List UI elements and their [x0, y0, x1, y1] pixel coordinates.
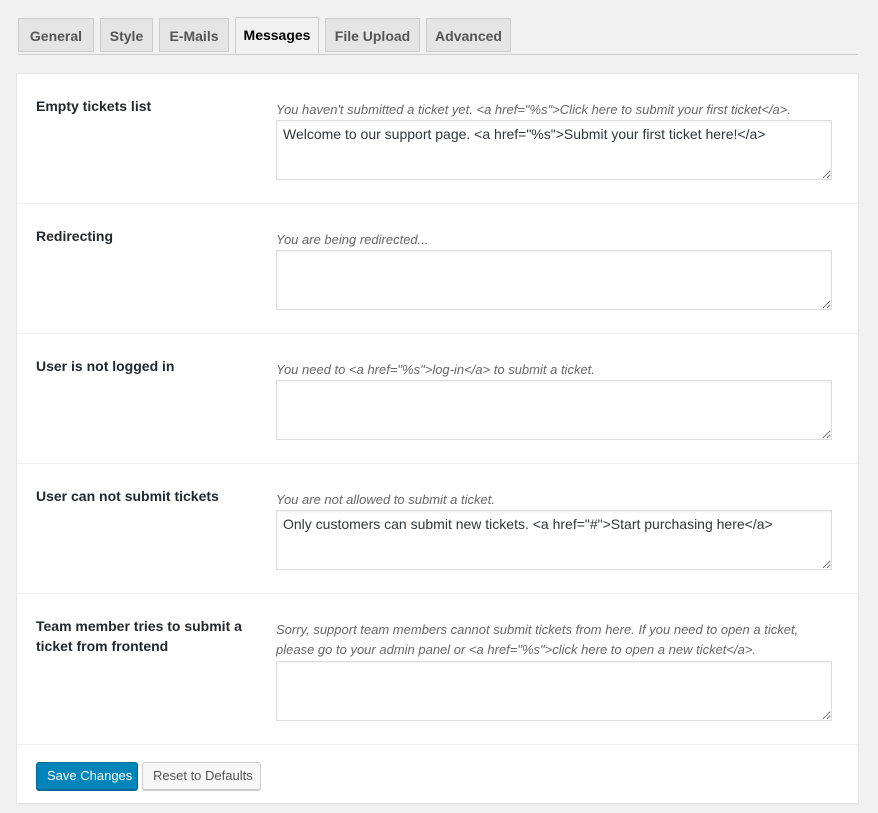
- tab-advanced[interactable]: Advanced: [426, 18, 511, 52]
- setting-label: User is not logged in: [36, 358, 175, 374]
- save-changes-button[interactable]: Save Changes: [36, 762, 138, 790]
- reset-to-defaults-button[interactable]: Reset to Defaults: [142, 762, 261, 790]
- setting-description: You need to <a href="%s">log-in</a> to s…: [276, 362, 595, 377]
- tab-emails[interactable]: E-Mails: [159, 18, 229, 52]
- cannot-submit-message-input[interactable]: Only customers can submit new tickets. <…: [276, 510, 832, 570]
- redirecting-message-input[interactable]: [276, 250, 832, 310]
- setting-row-cannot-submit: User can not submit tickets You are not …: [17, 464, 858, 594]
- tab-file-upload[interactable]: File Upload: [325, 18, 420, 52]
- setting-description: You are not allowed to submit a ticket.: [276, 492, 495, 507]
- settings-panel: Empty tickets list You haven't submitted…: [16, 73, 859, 804]
- setting-label: Empty tickets list: [36, 98, 152, 114]
- tab-style[interactable]: Style: [100, 18, 153, 52]
- tab-general[interactable]: General: [18, 18, 94, 52]
- setting-row-redirecting: Redirecting You are being redirected...: [17, 204, 858, 334]
- setting-description: You haven't submitted a ticket yet. <a h…: [276, 102, 791, 117]
- setting-label: User can not submit tickets: [36, 488, 219, 504]
- tab-messages[interactable]: Messages: [235, 17, 319, 54]
- setting-row-team-member: Team member tries to submit a ticket fro…: [17, 594, 858, 745]
- not-logged-in-message-input[interactable]: [276, 380, 832, 440]
- setting-label: Redirecting: [36, 228, 114, 244]
- setting-row-empty-tickets: Empty tickets list You haven't submitted…: [17, 74, 858, 204]
- team-member-message-input[interactable]: [276, 661, 832, 721]
- empty-tickets-message-input[interactable]: Welcome to our support page. <a href="%s…: [276, 120, 832, 180]
- settings-tabs: General Style E-Mails Messages File Uplo…: [18, 17, 858, 55]
- setting-description: Sorry, support team members cannot submi…: [276, 622, 799, 657]
- setting-label: Team member tries to submit a ticket fro…: [36, 618, 242, 654]
- setting-row-not-logged-in: User is not logged in You need to <a hre…: [17, 334, 858, 464]
- setting-description: You are being redirected...: [276, 232, 429, 247]
